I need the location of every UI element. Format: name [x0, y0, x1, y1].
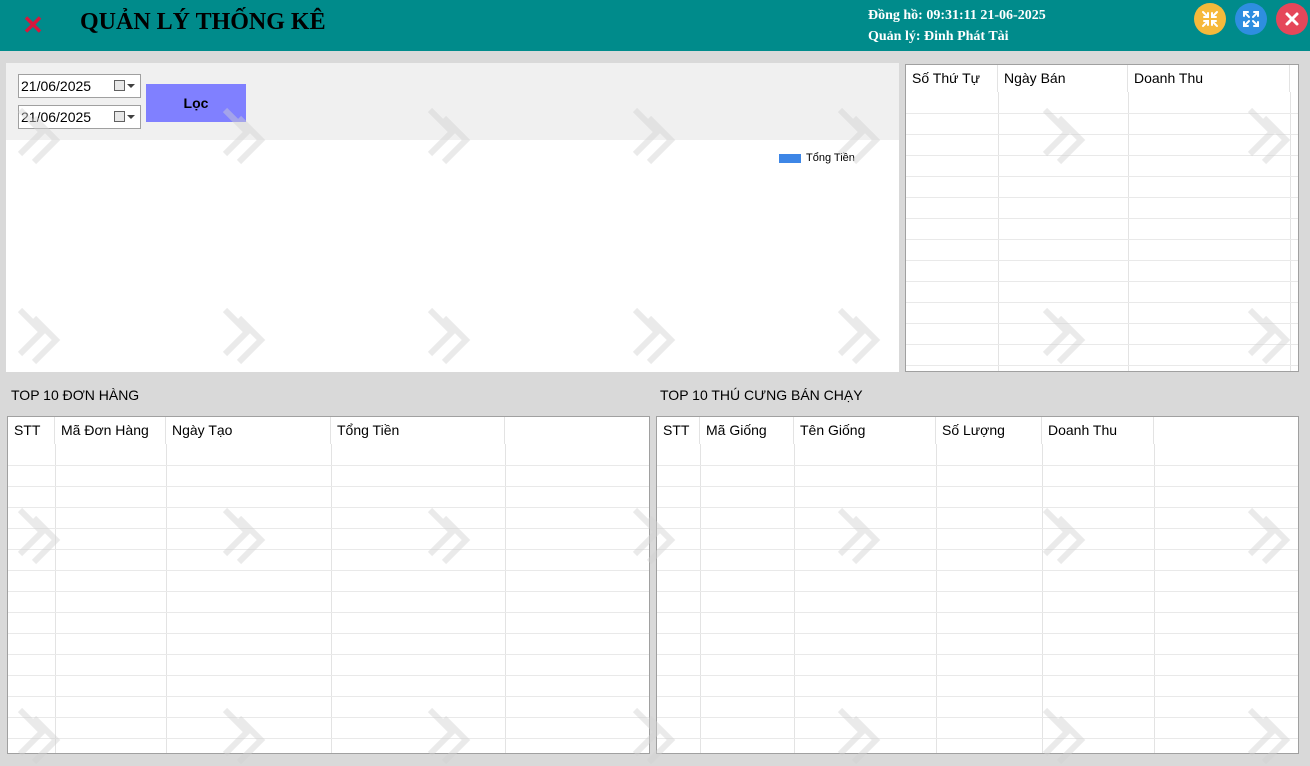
column-header-order-code[interactable]: Mã Đơn Hàng — [55, 417, 166, 444]
column-header-breed-name[interactable]: Tên Giống — [794, 417, 936, 444]
top-orders-table[interactable]: STT Mã Đơn Hàng Ngày Tạo Tổng Tiền — [7, 416, 650, 754]
table-row-line — [8, 612, 649, 613]
maximize-icon — [1243, 11, 1259, 27]
table-row-line — [657, 654, 1298, 655]
top-pets-title: TOP 10 THÚ CƯNG BÁN CHẠY — [660, 387, 863, 403]
filter-button[interactable]: Lọc — [146, 84, 246, 122]
window-close-button[interactable] — [1276, 3, 1308, 35]
revenue-chart: Tổng Tiền — [6, 140, 899, 372]
table-row-line — [8, 654, 649, 655]
column-header-stt[interactable]: STT — [8, 417, 55, 444]
table-row-line — [657, 633, 1298, 634]
top-orders-title: TOP 10 ĐƠN HÀNG — [11, 387, 140, 403]
table-row-line — [657, 696, 1298, 697]
table-row-line — [657, 612, 1298, 613]
from-date-picker[interactable]: 21/06/2025 — [18, 74, 141, 98]
table-row-line — [657, 675, 1298, 676]
calendar-icon[interactable] — [114, 80, 125, 91]
table-row-line — [906, 302, 1298, 303]
table-row-line — [8, 591, 649, 592]
from-date-value: 21/06/2025 — [21, 78, 92, 94]
table-row-line — [906, 239, 1298, 240]
column-header-quantity[interactable]: Số Lượng — [936, 417, 1042, 444]
maximize-button[interactable] — [1235, 3, 1267, 35]
minimize-icon — [1202, 11, 1218, 27]
table-row-line — [8, 507, 649, 508]
table-row-line — [8, 675, 649, 676]
sales-table[interactable]: Số Thứ Tự Ngày Bán Doanh Thu — [905, 64, 1299, 372]
chevron-down-icon[interactable] — [127, 115, 135, 119]
table-row-line — [8, 738, 649, 739]
table-row-line — [657, 528, 1298, 529]
table-row-line — [8, 717, 649, 718]
table-row-line — [906, 113, 1298, 114]
table-row-line — [657, 549, 1298, 550]
statistics-window: ✕ QUẢN LÝ THỐNG KÊ Đồng hồ: 09:31:11 21-… — [0, 0, 1310, 766]
table-row-line — [657, 570, 1298, 571]
table-row-line — [8, 486, 649, 487]
minimize-button[interactable] — [1194, 3, 1226, 35]
manager-label: Quản lý: Đinh Phát Tài — [868, 29, 1009, 44]
table-row-line — [8, 570, 649, 571]
column-header-order-number[interactable]: Số Thứ Tự — [906, 65, 998, 92]
title-bar: ✕ QUẢN LÝ THỐNG KÊ Đồng hồ: 09:31:11 21-… — [0, 0, 1310, 51]
table-row-line — [906, 176, 1298, 177]
table-row-line — [906, 281, 1298, 282]
legend-label: Tổng Tiền — [806, 152, 855, 165]
table-row-line — [906, 323, 1298, 324]
top-pets-table[interactable]: STT Mã Giống Tên Giống Số Lượng Doanh Th… — [656, 416, 1299, 754]
table-row-line — [8, 549, 649, 550]
table-row-line — [906, 365, 1298, 366]
table-row-line — [8, 696, 649, 697]
page-title: QUẢN LÝ THỐNG KÊ — [80, 9, 326, 35]
chart-legend: Tổng Tiền — [779, 152, 855, 164]
clock-label: Đồng hồ: 09:31:11 21-06-2025 — [868, 8, 1046, 23]
column-header-total[interactable]: Tổng Tiền — [331, 417, 505, 444]
table-row-line — [906, 134, 1298, 135]
table-row-line — [906, 218, 1298, 219]
table-row-line — [906, 155, 1298, 156]
chevron-down-icon[interactable] — [127, 84, 135, 88]
window-close-icon — [1285, 12, 1299, 26]
table-row-line — [657, 507, 1298, 508]
column-header-revenue[interactable]: Doanh Thu — [1128, 65, 1290, 92]
table-row-line — [8, 528, 649, 529]
to-date-picker[interactable]: 21/06/2025 — [18, 105, 141, 129]
table-row-line — [906, 197, 1298, 198]
legend-swatch — [779, 153, 801, 163]
table-row-line — [8, 465, 649, 466]
column-header-sale-date[interactable]: Ngày Bán — [998, 65, 1128, 92]
column-header-revenue[interactable]: Doanh Thu — [1042, 417, 1154, 444]
table-row-line — [657, 465, 1298, 466]
table-row-line — [657, 591, 1298, 592]
column-header-breed-code[interactable]: Mã Giống — [700, 417, 794, 444]
table-row-line — [657, 738, 1298, 739]
to-date-value: 21/06/2025 — [21, 109, 92, 125]
column-header-created-date[interactable]: Ngày Tạo — [166, 417, 331, 444]
close-x-icon[interactable]: ✕ — [20, 12, 46, 38]
calendar-icon[interactable] — [114, 111, 125, 122]
table-row-line — [657, 717, 1298, 718]
table-row-line — [906, 260, 1298, 261]
table-row-line — [8, 633, 649, 634]
table-row-line — [906, 344, 1298, 345]
column-header-stt[interactable]: STT — [657, 417, 700, 444]
table-row-line — [657, 486, 1298, 487]
